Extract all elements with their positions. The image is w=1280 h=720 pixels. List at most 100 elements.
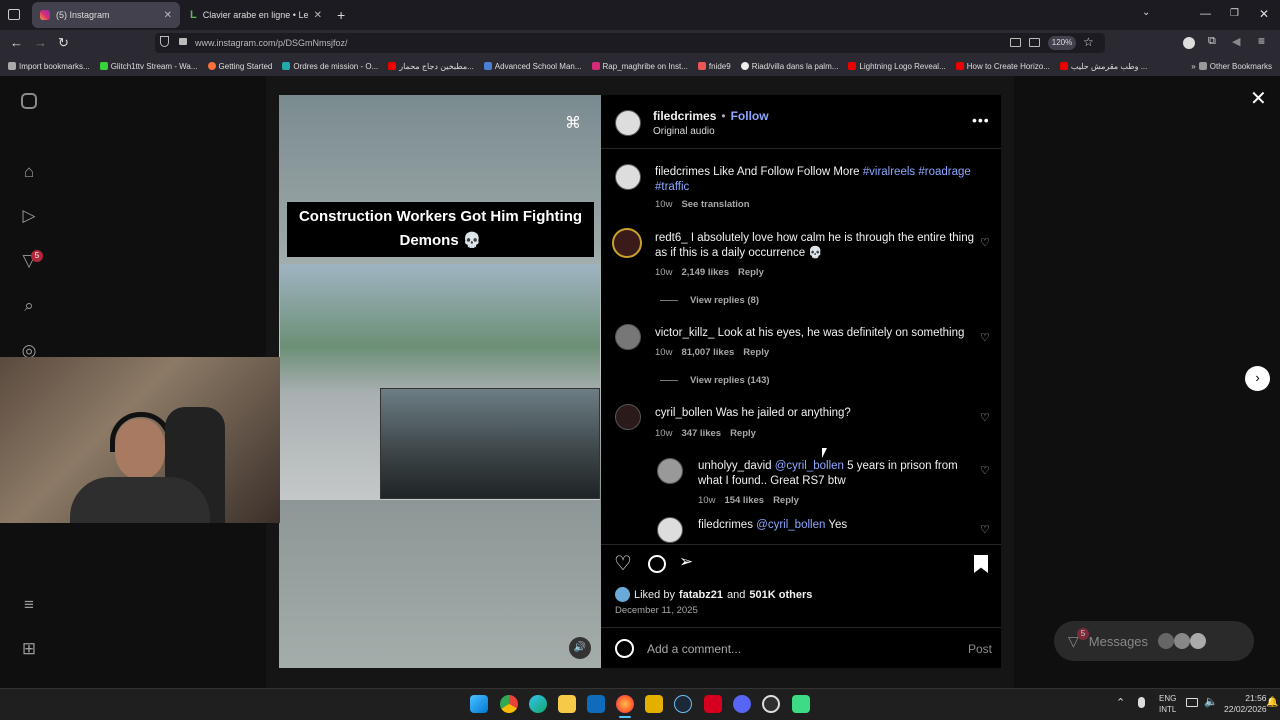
commenter-avatar[interactable] — [615, 324, 641, 350]
start-icon[interactable] — [470, 695, 488, 713]
also-from-meta-icon[interactable]: ⊞ — [18, 638, 40, 660]
caption-avatar[interactable] — [615, 164, 641, 190]
comment-username[interactable]: victor_killz_ — [655, 327, 714, 339]
extensions-icon[interactable]: ⧉ — [1208, 35, 1216, 48]
bookmark-item[interactable]: How to Create Horizo... — [955, 62, 1050, 71]
reply-button[interactable]: Reply — [743, 347, 769, 358]
like-comment-icon[interactable]: ♡ — [980, 523, 990, 536]
like-comment-icon[interactable]: ♡ — [980, 236, 990, 249]
shield-icon[interactable] — [160, 36, 169, 47]
reply-username[interactable]: filedcrimes — [698, 519, 753, 531]
close-icon[interactable]: ✕ — [1250, 86, 1267, 111]
audio-label[interactable]: Original audio — [653, 126, 715, 137]
outlook-icon[interactable] — [587, 695, 605, 713]
close-window-button[interactable]: ✕ — [1259, 7, 1269, 21]
like-comment-icon[interactable]: ♡ — [980, 411, 990, 424]
search-icon[interactable]: ⌕ — [18, 295, 40, 317]
chrome-icon[interactable] — [500, 695, 518, 713]
close-tab-icon[interactable]: ✕ — [314, 10, 322, 21]
bookmark-item[interactable]: وطب مقرمش حليب ... — [1059, 62, 1147, 71]
bookmark-item[interactable]: مطبخين دجاج محمار... — [388, 62, 474, 71]
follow-button[interactable]: Follow — [731, 109, 769, 123]
account-icon[interactable] — [1183, 37, 1195, 49]
caption-username[interactable]: filedcrimes — [655, 166, 710, 178]
reels-icon[interactable]: ▷ — [18, 205, 40, 227]
clock[interactable]: 21:56 22/02/2026 — [1224, 693, 1267, 715]
menu-icon[interactable]: ≡ — [1258, 34, 1265, 48]
comment-likes[interactable]: 2,149 likes — [681, 267, 729, 278]
bookmark-item[interactable]: Ordres de mission - O... — [282, 62, 378, 71]
like-icon[interactable]: ♡ — [614, 551, 632, 576]
notification-bell-icon[interactable]: 🔔 — [1266, 697, 1278, 708]
language-indicator[interactable]: ENG INTL — [1159, 693, 1176, 715]
volume-icon[interactable]: 🔈 — [1204, 695, 1218, 708]
bookmark-item[interactable]: Import bookmarks... — [8, 62, 90, 71]
adobe-icon[interactable] — [704, 695, 722, 713]
network-icon[interactable] — [1186, 698, 1198, 707]
like-comment-icon[interactable]: ♡ — [980, 464, 990, 477]
speaker-icon[interactable]: ◀ — [1232, 35, 1240, 48]
home-icon[interactable]: ⌂ — [18, 161, 40, 183]
view-replies[interactable]: View replies (143) — [660, 375, 770, 386]
bookmark-item[interactable]: Glitch1ttv Stream - Wa... — [99, 62, 198, 71]
bookmark-item[interactable]: Getting Started — [207, 62, 272, 71]
author-avatar[interactable] — [615, 110, 641, 136]
comment-username[interactable]: redt6_ — [655, 232, 688, 244]
other-bookmarks[interactable]: » Other Bookmarks — [1191, 62, 1280, 71]
picture-in-picture-icon[interactable] — [1010, 38, 1021, 47]
comment-icon[interactable] — [648, 555, 666, 573]
reply-likes[interactable]: 154 likes — [724, 495, 764, 506]
restore-button[interactable]: ❐ — [1230, 8, 1239, 19]
more-icon[interactable]: ••• — [972, 112, 990, 128]
likes-count[interactable]: 501K others — [749, 589, 812, 601]
close-tab-icon[interactable]: ✕ — [164, 10, 172, 21]
discord-icon[interactable] — [733, 695, 751, 713]
notes-icon[interactable] — [645, 695, 663, 713]
edge-icon[interactable] — [529, 695, 547, 713]
replier-avatar[interactable] — [657, 517, 683, 543]
liker-avatar[interactable] — [615, 587, 630, 602]
share-icon[interactable]: ➢ — [679, 552, 693, 572]
forward-icon[interactable]: → — [34, 35, 47, 50]
tab-instagram[interactable]: (5) Instagram ✕ — [32, 2, 180, 28]
reply-button[interactable]: Reply — [738, 267, 764, 278]
obs-icon[interactable] — [762, 695, 780, 713]
minimize-button[interactable]: — — [1200, 8, 1211, 20]
mention-link[interactable]: @cyril_bollen — [756, 519, 825, 531]
bookmark-item[interactable]: Advanced School Man... — [483, 62, 582, 71]
new-tab-button[interactable]: + — [337, 7, 345, 23]
messages-button[interactable]: ▽ Messages — [1054, 621, 1254, 661]
commenter-avatar[interactable] — [612, 228, 642, 258]
mic-icon[interactable] — [1138, 697, 1145, 708]
tab-list-icon[interactable] — [8, 9, 20, 20]
reload-icon[interactable]: ↻ — [58, 35, 69, 51]
view-replies[interactable]: View replies (8) — [660, 295, 759, 306]
more-menu-icon[interactable]: ≡ — [18, 594, 40, 616]
tray-chevron-icon[interactable]: ⌃ — [1116, 696, 1125, 709]
comment-likes[interactable]: 347 likes — [681, 428, 721, 439]
tab-overflow-chevron-icon[interactable]: ⌄ — [1142, 7, 1150, 18]
add-comment-input[interactable]: Add a comment... — [647, 642, 741, 656]
reply-button[interactable]: Reply — [773, 495, 799, 506]
liker-username[interactable]: fatabz21 — [679, 589, 723, 601]
mention-link[interactable]: @cyril_bollen — [775, 460, 844, 472]
reader-view-icon[interactable] — [1029, 38, 1040, 47]
comment-username[interactable]: cyril_bollen — [655, 407, 713, 419]
bookmark-item[interactable]: Riad/villa dans la palm... — [740, 62, 838, 71]
reply-username[interactable]: unholyy_david — [698, 460, 772, 472]
file-explorer-icon[interactable] — [558, 695, 576, 713]
replier-avatar[interactable] — [657, 458, 683, 484]
bookmark-item[interactable]: fnide9 — [697, 62, 731, 71]
emoji-icon[interactable] — [615, 639, 634, 658]
firefox-icon[interactable] — [616, 695, 634, 713]
reply-button[interactable]: Reply — [730, 428, 756, 439]
tab-lexilogos[interactable]: L Clavier arabe en ligne • Lexilogos ✕ — [182, 2, 330, 28]
bookmark-item[interactable]: Lightning Logo Reveal... — [848, 62, 946, 71]
back-icon[interactable]: ← — [10, 35, 23, 50]
post-comment-button[interactable]: Post — [968, 642, 992, 656]
bookmark-star-icon[interactable]: ☆ — [1083, 35, 1094, 49]
zoom-badge[interactable]: 120% — [1048, 36, 1076, 50]
address-bar[interactable]: www.instagram.com/p/DSGmNmsjfoz/ — [155, 33, 1105, 53]
like-comment-icon[interactable]: ♡ — [980, 331, 990, 344]
lock-icon[interactable] — [179, 38, 187, 45]
